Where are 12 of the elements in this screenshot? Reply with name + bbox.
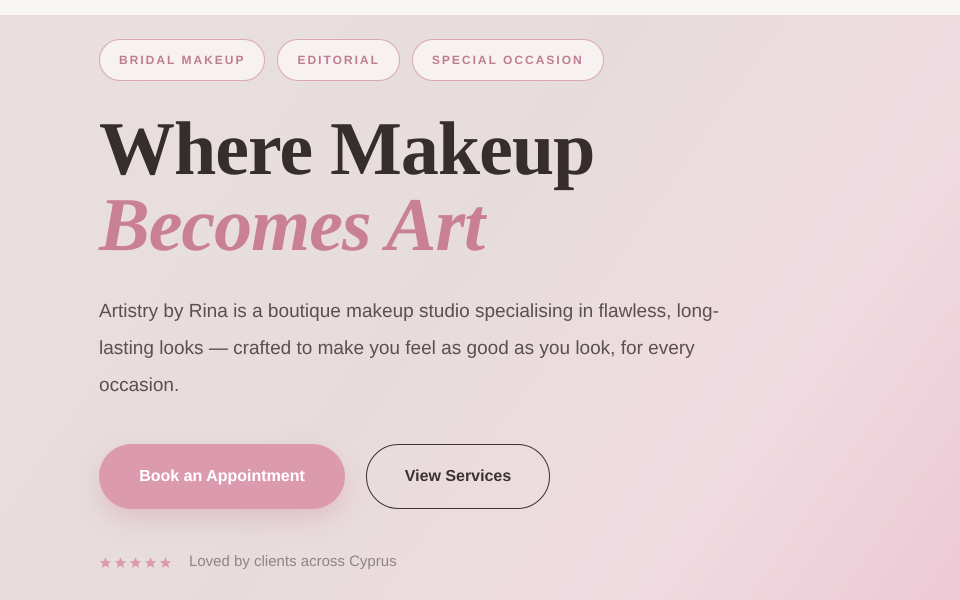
star-icon — [144, 556, 157, 569]
category-tag: EDITORIAL — [277, 39, 400, 81]
description: Artistry by Rina is a boutique makeup studio specialising in flawless, long-lasting looks — crafted to make you feel as good as you look, for every occasion. — [99, 300, 720, 398]
star-icon — [129, 556, 142, 569]
star-icon — [99, 556, 112, 569]
rating-caption: Loved by clients across Cyprus — [189, 552, 397, 572]
headline-accent: Becomes Art — [99, 187, 484, 263]
view-services-button[interactable]: View Services — [366, 444, 550, 509]
category-tag: BRIDAL MAKEUP — [99, 39, 266, 81]
star-icon — [159, 556, 172, 569]
star-icon — [114, 556, 127, 569]
category-tag: SPECIAL OCCASION — [412, 39, 604, 81]
